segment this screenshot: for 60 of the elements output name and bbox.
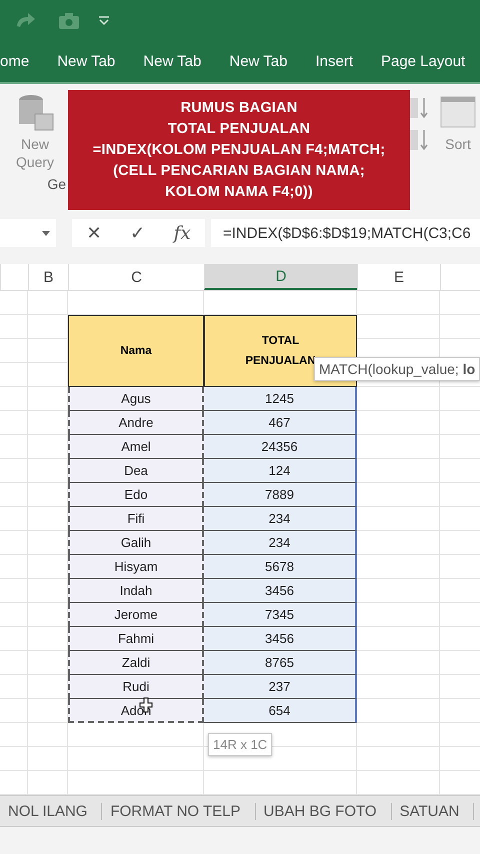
table-cell: 654	[204, 699, 357, 723]
table-cell: 7345	[204, 603, 357, 627]
ribbon-tab[interactable]: New Tab	[229, 48, 288, 76]
sheet-tab[interactable]: NOL ILANG	[0, 802, 102, 820]
column-letter[interactable]: D	[204, 264, 357, 290]
table-cell: 8765	[204, 651, 357, 675]
table-cell: 5678	[204, 555, 357, 579]
sheet-tab[interactable]: UBAH BG FOTO	[256, 802, 392, 820]
new-query-label[interactable]: Query	[16, 154, 54, 170]
table-cell: 7889	[204, 483, 357, 507]
table-cell: 237	[204, 675, 357, 699]
table-cell: 1245	[204, 387, 357, 411]
ribbon-tab[interactable]: Insert	[315, 48, 353, 76]
sort-label[interactable]: Sort	[445, 136, 471, 152]
table-cell: 124	[204, 459, 357, 483]
sheet-tab[interactable]: SATUAN	[392, 802, 474, 820]
caption-line: =INDEX(KOLOM PENJUALAN F4;MATCH;	[92, 140, 386, 160]
table-cell: 467	[204, 411, 357, 435]
caption-line: KOLOM NAMA F4;0))	[165, 182, 313, 202]
table-cell: Jerome	[68, 603, 204, 627]
table-cell: 24356	[204, 435, 357, 459]
table-cell: Agus	[68, 387, 204, 411]
table-cell: Fifi	[68, 507, 204, 531]
ribbon-tab[interactable]: New Tab	[57, 48, 116, 76]
formula-button[interactable]: ✕	[82, 222, 106, 244]
table-cell: Edo	[68, 483, 204, 507]
function-tooltip: MATCH(lookup_value; lo	[314, 357, 480, 381]
table-cell: Dea	[68, 459, 204, 483]
table-cell: 3456	[204, 579, 357, 603]
column-header: Nama	[68, 315, 204, 387]
ribbon-tab[interactable]: New Tab	[143, 48, 202, 76]
table-cell: Zaldi	[68, 651, 204, 675]
formula-button[interactable]: ✓	[126, 222, 150, 244]
caption-line: TOTAL PENJUALAN	[168, 120, 310, 138]
ribbon-tab[interactable]: Page Layout	[380, 48, 466, 76]
table-cell: Galih	[68, 531, 204, 555]
table-cell: Amel	[68, 435, 204, 459]
group-label: Ge	[47, 176, 66, 192]
table-cell: Fahmi	[68, 627, 204, 651]
sort-ascending-icon[interactable]	[408, 96, 430, 120]
table-cell: 234	[204, 507, 357, 531]
formula-field[interactable]: =INDEX($D$6:$D$19;MATCH(C3;C6	[211, 219, 480, 247]
formula-button[interactable]: fx	[170, 222, 195, 244]
sort-icon[interactable]	[440, 96, 476, 128]
new-query-label[interactable]: New	[20, 136, 49, 152]
table-cell: 234	[204, 531, 357, 555]
table-cell: 3456	[204, 627, 357, 651]
caption-line: RUMUS BAGIAN	[180, 98, 298, 118]
sort-descending-icon[interactable]	[408, 128, 430, 152]
caption-line: (CELL PENCARIAN BAGIAN NAMA;	[113, 162, 365, 180]
dropdown-icon[interactable]	[98, 16, 110, 26]
table-cell: Hisyam	[68, 555, 204, 579]
ribbon-tab[interactable]: ome	[0, 48, 30, 76]
selection-size-tooltip: 14R x 1C	[208, 733, 272, 756]
table-cell: Rudi	[68, 675, 204, 699]
sheet-tab[interactable]: FORMAT NO TELP	[102, 802, 256, 820]
caret-icon	[42, 230, 50, 236]
table-cell: Indah	[68, 579, 204, 603]
table-cell: Andre	[68, 411, 204, 435]
camera-icon[interactable]	[58, 12, 80, 30]
